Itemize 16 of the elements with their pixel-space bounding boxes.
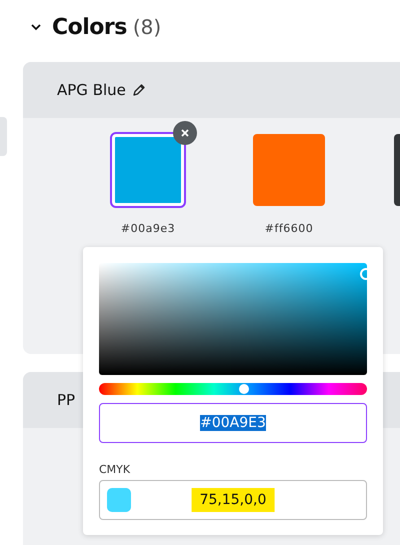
hex-input-field[interactable]: #00A9E3 — [99, 403, 367, 443]
palette-name: APG Blue — [57, 81, 126, 99]
pencil-icon[interactable] — [132, 83, 146, 97]
section-count: (8) — [132, 15, 162, 39]
remove-icon[interactable] — [173, 121, 197, 145]
slider-thumb[interactable] — [238, 384, 249, 394]
color-swatch[interactable] — [253, 134, 325, 206]
color-hex-label: #ff6600 — [264, 222, 314, 235]
color-hex-label: #00a9e3 — [120, 222, 176, 235]
palette-name: PP — [57, 391, 76, 409]
hue-slider[interactable] — [99, 383, 367, 395]
chevron-icon[interactable] — [30, 23, 42, 31]
color-swatch[interactable] — [112, 134, 184, 206]
section-title: Colors — [52, 14, 127, 40]
cmyk-label: CMYK — [99, 463, 132, 476]
cmyk-input-field[interactable]: 75,15,0,0 — [99, 480, 367, 520]
